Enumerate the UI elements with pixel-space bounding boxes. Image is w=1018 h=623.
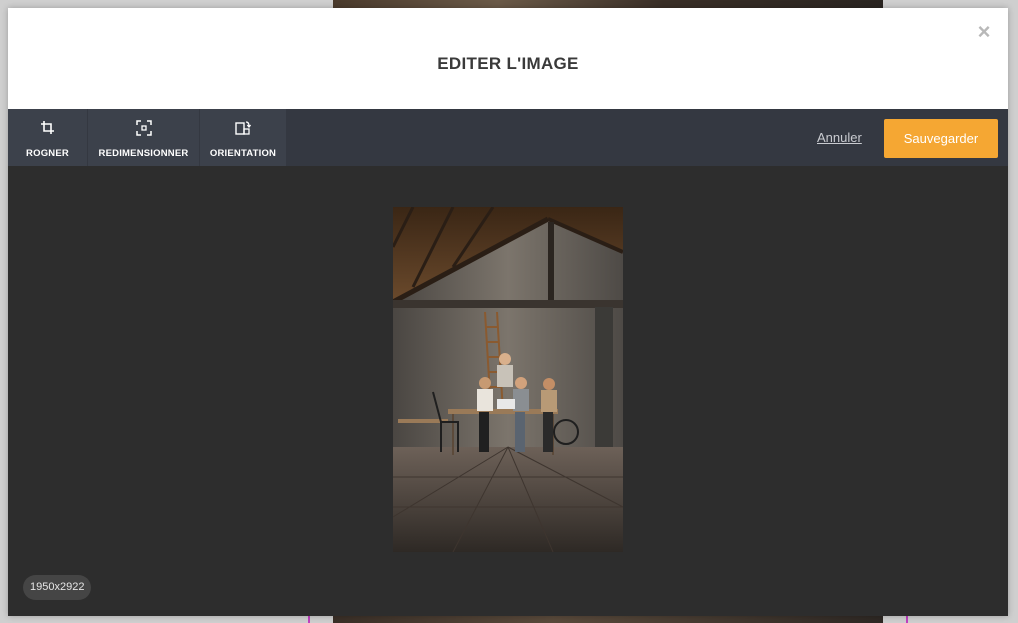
crop-tool-button[interactable]: ROGNER xyxy=(8,109,87,166)
orientation-tool-label: ORIENTATION xyxy=(209,148,277,159)
orientation-tool-button[interactable]: ORIENTATION xyxy=(200,109,286,166)
resize-tool-button[interactable]: REDIMENSIONNER xyxy=(88,109,199,166)
cancel-link[interactable]: Annuler xyxy=(817,130,862,145)
edited-image-preview[interactable] xyxy=(393,207,623,552)
image-editor-modal: EDITER L'IMAGE × ROGNER REDIMENSIONNER O… xyxy=(8,8,1008,616)
resize-tool-label: REDIMENSIONNER xyxy=(98,148,189,159)
crop-icon xyxy=(40,121,54,134)
save-button[interactable]: Sauvegarder xyxy=(884,119,998,158)
close-icon[interactable]: × xyxy=(974,20,994,44)
modal-title: EDITER L'IMAGE xyxy=(437,54,579,73)
rotate-icon xyxy=(235,121,251,135)
resize-icon xyxy=(135,120,152,136)
photo-illustration xyxy=(393,207,623,552)
modal-header: EDITER L'IMAGE × xyxy=(8,8,1008,109)
crop-tool-label: ROGNER xyxy=(26,148,69,159)
image-dimensions-badge: 1950x2922 xyxy=(23,575,92,600)
